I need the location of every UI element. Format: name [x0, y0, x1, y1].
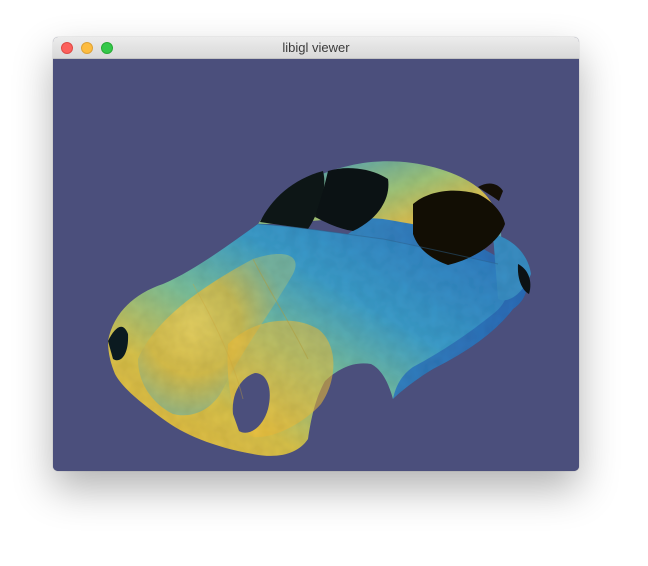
render-viewport[interactable]	[53, 59, 579, 471]
window-title: libigl viewer	[282, 40, 350, 55]
car-mesh-render	[108, 161, 531, 456]
viewer-window: libigl viewer	[53, 37, 579, 471]
title-bar[interactable]: libigl viewer	[53, 37, 579, 59]
